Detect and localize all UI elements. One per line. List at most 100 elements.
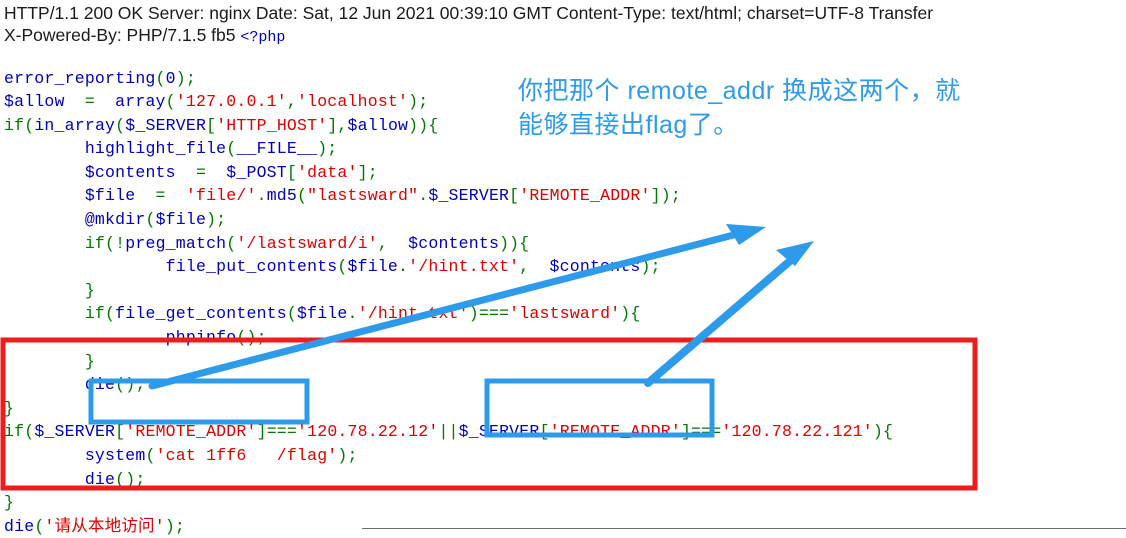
code-token: if: [85, 234, 105, 253]
code-token: [4, 470, 85, 489]
code-token: ,: [378, 234, 408, 253]
code-token: md5: [267, 186, 297, 205]
code-token: ,: [519, 257, 549, 276]
code-token: (: [156, 69, 166, 88]
code-token: if: [85, 304, 105, 323]
code-token: [4, 210, 85, 229]
code-token: highlight_file: [85, 139, 226, 158]
code-token: 'REMOTE_ADDR': [550, 422, 681, 441]
code-token: 'file/': [186, 186, 257, 205]
code-token: 'lastsward': [509, 304, 620, 323]
code-token: $contents: [408, 234, 499, 253]
code-line: }: [4, 397, 893, 421]
code-token: );: [640, 257, 660, 276]
code-token: [: [287, 163, 297, 182]
bottom-divider: [362, 528, 1126, 529]
code-token: ]===: [681, 422, 721, 441]
code-token: die: [85, 470, 115, 489]
code-token: .: [257, 186, 267, 205]
code-token: $file: [156, 210, 207, 229]
code-token: [: [115, 422, 125, 441]
code-line: if(!preg_match('/lastsward/i', $contents…: [4, 232, 893, 256]
code-token: $contents: [85, 163, 176, 182]
code-token: ();: [236, 328, 266, 347]
code-token: preg_match: [125, 234, 226, 253]
code-line: file_put_contents($file.'/hint.txt', $co…: [4, 255, 893, 279]
code-token: )){: [408, 116, 438, 135]
code-line: }: [4, 279, 893, 303]
http-header-line-1: HTTP/1.1 200 OK Server: nginx Date: Sat,…: [4, 3, 933, 23]
code-token: )){: [499, 234, 529, 253]
code-token: array: [115, 92, 166, 111]
code-token: .: [348, 304, 358, 323]
code-token: '/hint.txt': [408, 257, 519, 276]
code-token: }: [4, 281, 95, 300]
code-line: if(file_get_contents($file.'/hint.txt')=…: [4, 302, 893, 326]
code-token: (: [115, 116, 125, 135]
code-token: ,: [287, 92, 297, 111]
code-token: (: [24, 422, 34, 441]
code-line: $contents = $_POST['data'];: [4, 161, 893, 185]
code-token: $_SERVER: [34, 422, 115, 441]
code-token: [4, 446, 85, 465]
code-token: $file: [85, 186, 136, 205]
code-token: ){: [873, 422, 893, 441]
code-token: (: [166, 92, 176, 111]
code-token: if: [4, 422, 24, 441]
code-token: =: [135, 186, 186, 205]
http-header-line-2: X-Powered-By: PHP/7.1.5 fb5 <?php: [4, 24, 1126, 49]
code-token: [: [509, 186, 519, 205]
code-token: [4, 139, 85, 158]
code-token: );: [337, 446, 357, 465]
code-token: [4, 234, 85, 253]
code-token: '120.78.22.121': [721, 422, 873, 441]
code-line: die();: [4, 468, 893, 492]
code-token: file_get_contents: [115, 304, 287, 323]
code-token: die: [4, 517, 34, 536]
code-token: (: [337, 257, 347, 276]
code-token: );: [408, 92, 428, 111]
code-token: (: [145, 210, 155, 229]
x-powered-by-text: X-Powered-By: PHP/7.1.5 fb5: [4, 25, 240, 45]
code-token: $_SERVER: [125, 116, 206, 135]
code-token: 'REMOTE_ADDR': [125, 422, 256, 441]
code-line: @mkdir($file);: [4, 208, 893, 232]
code-token: );: [206, 210, 226, 229]
code-token: =: [65, 92, 116, 111]
code-token: [4, 186, 85, 205]
chinese-annotation-note: 你把那个 remote_addr 换成这两个，就 能够直接出flag了。: [518, 74, 1118, 142]
code-line: phpinfo();: [4, 326, 893, 350]
code-token: [: [540, 422, 550, 441]
code-token: [4, 257, 166, 276]
code-token: [: [206, 116, 216, 135]
code-token: __FILE__: [236, 139, 317, 158]
code-token: ]);: [651, 186, 681, 205]
code-token: '/hint.txt': [358, 304, 469, 323]
code-token: 'localhost': [297, 92, 408, 111]
code-token: 'data': [297, 163, 358, 182]
code-token: [4, 163, 85, 182]
code-token: }: [4, 352, 95, 371]
code-token: $_POST: [226, 163, 287, 182]
code-token: $file: [347, 257, 398, 276]
code-token: (!: [105, 234, 125, 253]
code-token: '120.78.22.12': [297, 422, 438, 441]
code-token: $allow: [4, 92, 65, 111]
code-token: }: [4, 399, 14, 418]
code-token: (: [145, 446, 155, 465]
code-line: }: [4, 491, 893, 515]
annotation-line-2: 能够直接出flag了。: [518, 108, 1118, 142]
code-token: 0: [166, 69, 176, 88]
code-token: $file: [297, 304, 348, 323]
code-token: system: [85, 446, 146, 465]
code-token: $_SERVER: [459, 422, 540, 441]
code-token: die: [85, 375, 115, 394]
code-token: );: [165, 517, 185, 536]
code-token: (: [24, 116, 34, 135]
code-token: '/lastsward/i': [236, 234, 377, 253]
code-token: file_put_contents: [166, 257, 338, 276]
code-token: @mkdir: [85, 210, 146, 229]
code-token: '127.0.0.1': [176, 92, 287, 111]
code-line: }: [4, 350, 893, 374]
code-token: ||: [438, 422, 458, 441]
